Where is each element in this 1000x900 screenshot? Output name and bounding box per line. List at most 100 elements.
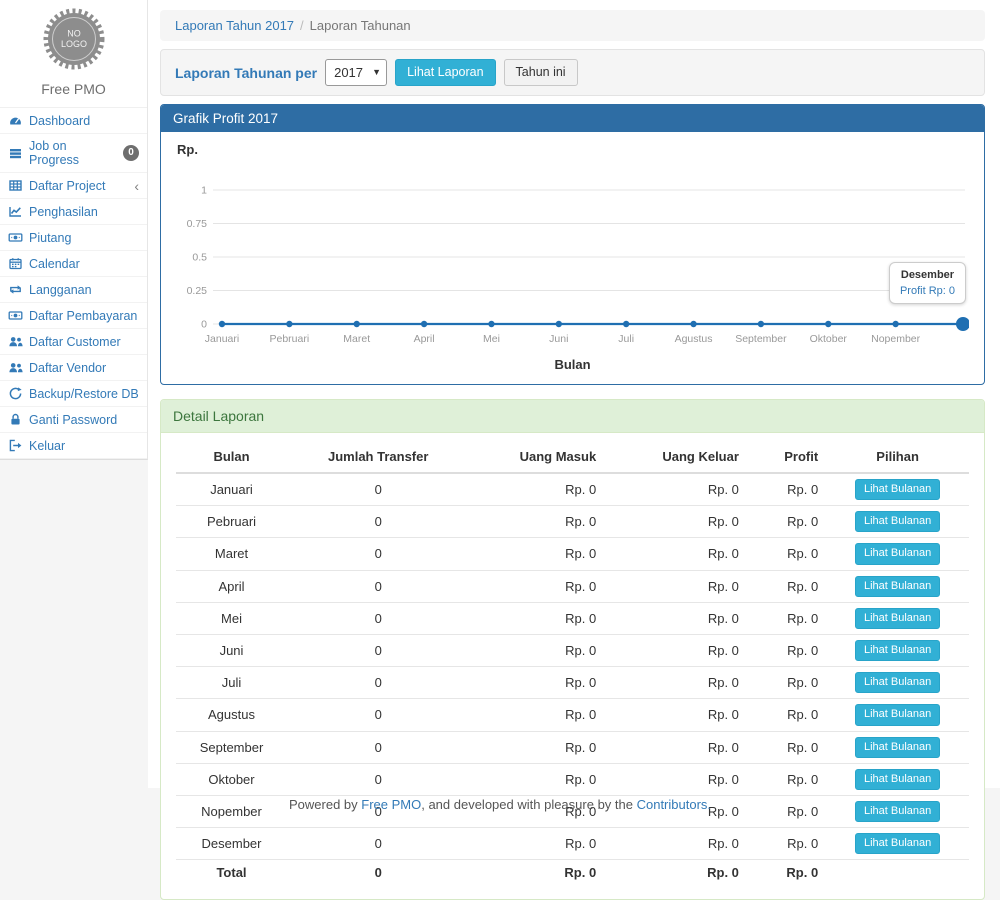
view-month-button-maret[interactable]: Lihat Bulanan — [855, 543, 940, 564]
cell-month: Januari — [176, 473, 287, 506]
cell-profit: Rp. 0 — [747, 828, 826, 860]
cell-action: Lihat Bulanan — [826, 570, 969, 602]
cell-transfer: 0 — [287, 570, 469, 602]
data-point[interactable] — [556, 321, 562, 327]
cell-masuk: Rp. 0 — [469, 634, 604, 666]
sidebar-item-label: Daftar Vendor — [29, 361, 106, 375]
logo-text-line2: LOGO — [60, 39, 86, 49]
tasks-icon — [8, 146, 23, 161]
tooltip-month: Desember — [900, 269, 955, 281]
cell-transfer: 0 — [287, 602, 469, 634]
detail-panel-title: Detail Laporan — [161, 400, 984, 433]
chevron-left-icon: ‹ — [134, 180, 139, 192]
data-point[interactable] — [488, 321, 494, 327]
sidebar-item-daftar-vendor[interactable]: Daftar Vendor — [0, 355, 147, 380]
year-select[interactable]: 2017 — [325, 59, 387, 86]
data-point[interactable] — [758, 321, 764, 327]
sidebar-item-daftar-pembayaran[interactable]: Daftar Pembayaran — [0, 303, 147, 328]
total-empty-cell — [826, 860, 969, 886]
users-icon — [8, 334, 23, 349]
cell-month: April — [176, 570, 287, 602]
cell-month: September — [176, 731, 287, 763]
y-tick-label: 0.5 — [192, 252, 207, 264]
sidebar-item-job-on-progress[interactable]: Job on Progress0 — [0, 134, 147, 172]
view-month-button-januari[interactable]: Lihat Bulanan — [855, 479, 940, 500]
cell-masuk: Rp. 0 — [469, 667, 604, 699]
sidebar-item-daftar-project[interactable]: Daftar Project ‹ — [0, 173, 147, 198]
view-month-button-mei[interactable]: Lihat Bulanan — [855, 608, 940, 629]
total-keluar: Rp. 0 — [604, 860, 747, 886]
cell-month: Pebruari — [176, 506, 287, 538]
sidebar-item-keluar[interactable]: Keluar — [0, 433, 147, 458]
cell-month: Juli — [176, 667, 287, 699]
data-point[interactable] — [825, 321, 831, 327]
this-year-button[interactable]: Tahun ini — [504, 59, 578, 86]
cell-keluar: Rp. 0 — [604, 570, 747, 602]
refresh-icon — [8, 386, 23, 401]
view-month-button-desember[interactable]: Lihat Bulanan — [855, 833, 940, 854]
view-month-button-pebruari[interactable]: Lihat Bulanan — [855, 511, 940, 532]
sidebar-item-daftar-customer[interactable]: Daftar Customer — [0, 329, 147, 354]
y-tick-label: 0 — [201, 319, 207, 331]
cell-masuk: Rp. 0 — [469, 699, 604, 731]
sidebar-item-langganan[interactable]: Langganan — [0, 277, 147, 302]
filter-label: Laporan Tahunan per — [175, 65, 317, 81]
lock-icon — [8, 412, 23, 427]
view-month-button-juni[interactable]: Lihat Bulanan — [855, 640, 940, 661]
cell-profit: Rp. 0 — [747, 699, 826, 731]
cell-keluar: Rp. 0 — [604, 667, 747, 699]
sidebar-menu-row: Daftar Customer — [0, 329, 147, 355]
x-tick-label: Pebruari — [270, 333, 310, 345]
view-month-button-agustus[interactable]: Lihat Bulanan — [855, 704, 940, 725]
sidebar-item-piutang[interactable]: Piutang — [0, 225, 147, 250]
page: NO LOGO Free PMO DashboardJob on Progres… — [0, 0, 1000, 819]
view-report-button[interactable]: Lihat Laporan — [395, 59, 495, 86]
data-point[interactable] — [219, 321, 225, 327]
sidebar-item-calendar[interactable]: Calendar — [0, 251, 147, 276]
sidebar-item-backup-restore-db[interactable]: Backup/Restore DB — [0, 381, 147, 406]
line-chart-icon — [8, 204, 23, 219]
sidebar-item-ganti-password[interactable]: Ganti Password — [0, 407, 147, 432]
cell-month: Mei — [176, 602, 287, 634]
footer-link-free-pmo[interactable]: Free PMO — [361, 797, 421, 812]
footer-link-contributors[interactable]: Contributors. — [637, 797, 711, 812]
cell-masuk: Rp. 0 — [469, 828, 604, 860]
data-point[interactable] — [286, 321, 292, 327]
view-month-button-oktober[interactable]: Lihat Bulanan — [855, 769, 940, 790]
x-tick-label: Nopember — [871, 333, 921, 345]
sidebar-menu-row: Piutang — [0, 225, 147, 251]
cell-transfer: 0 — [287, 731, 469, 763]
data-point[interactable] — [690, 321, 696, 327]
data-point[interactable] — [421, 321, 427, 327]
sidebar-menu-row: Langganan — [0, 277, 147, 303]
data-point[interactable] — [892, 321, 898, 327]
data-point-hovered[interactable] — [956, 317, 969, 331]
data-point[interactable] — [354, 321, 360, 327]
sidebar-item-penghasilan[interactable]: Penghasilan — [0, 199, 147, 224]
cell-transfer: 0 — [287, 538, 469, 570]
cell-profit: Rp. 0 — [747, 602, 826, 634]
footer: Powered by Free PMO, and developed with … — [0, 788, 1000, 819]
cell-action: Lihat Bulanan — [826, 828, 969, 860]
table-row: Maret0Rp. 0Rp. 0Rp. 0Lihat Bulanan — [176, 538, 969, 570]
sidebar-item-label: Ganti Password — [29, 413, 117, 427]
cell-transfer: 0 — [287, 473, 469, 506]
view-month-button-september[interactable]: Lihat Bulanan — [855, 737, 940, 758]
view-month-button-april[interactable]: Lihat Bulanan — [855, 576, 940, 597]
sidebar-menu: DashboardJob on Progress0 Daftar Project ‹… — [0, 107, 147, 459]
cell-transfer: 0 — [287, 667, 469, 699]
sidebar-item-label: Daftar Project — [29, 179, 105, 193]
table-row: September0Rp. 0Rp. 0Rp. 0Lihat Bulanan — [176, 731, 969, 763]
sidebar-item-dashboard[interactable]: Dashboard — [0, 108, 147, 133]
cell-action: Lihat Bulanan — [826, 473, 969, 506]
column-header-profit: Profit — [747, 441, 826, 473]
y-tick-label: 1 — [201, 185, 207, 197]
table-row: Juni0Rp. 0Rp. 0Rp. 0Lihat Bulanan — [176, 634, 969, 666]
no-logo-badge: NO LOGO — [43, 8, 105, 70]
breadcrumb-current: Laporan Tahunan — [310, 18, 411, 33]
cell-action: Lihat Bulanan — [826, 699, 969, 731]
breadcrumb-link-laporan-tahun[interactable]: Laporan Tahun 2017 — [175, 18, 294, 33]
data-point[interactable] — [623, 321, 629, 327]
cell-keluar: Rp. 0 — [604, 634, 747, 666]
view-month-button-juli[interactable]: Lihat Bulanan — [855, 672, 940, 693]
